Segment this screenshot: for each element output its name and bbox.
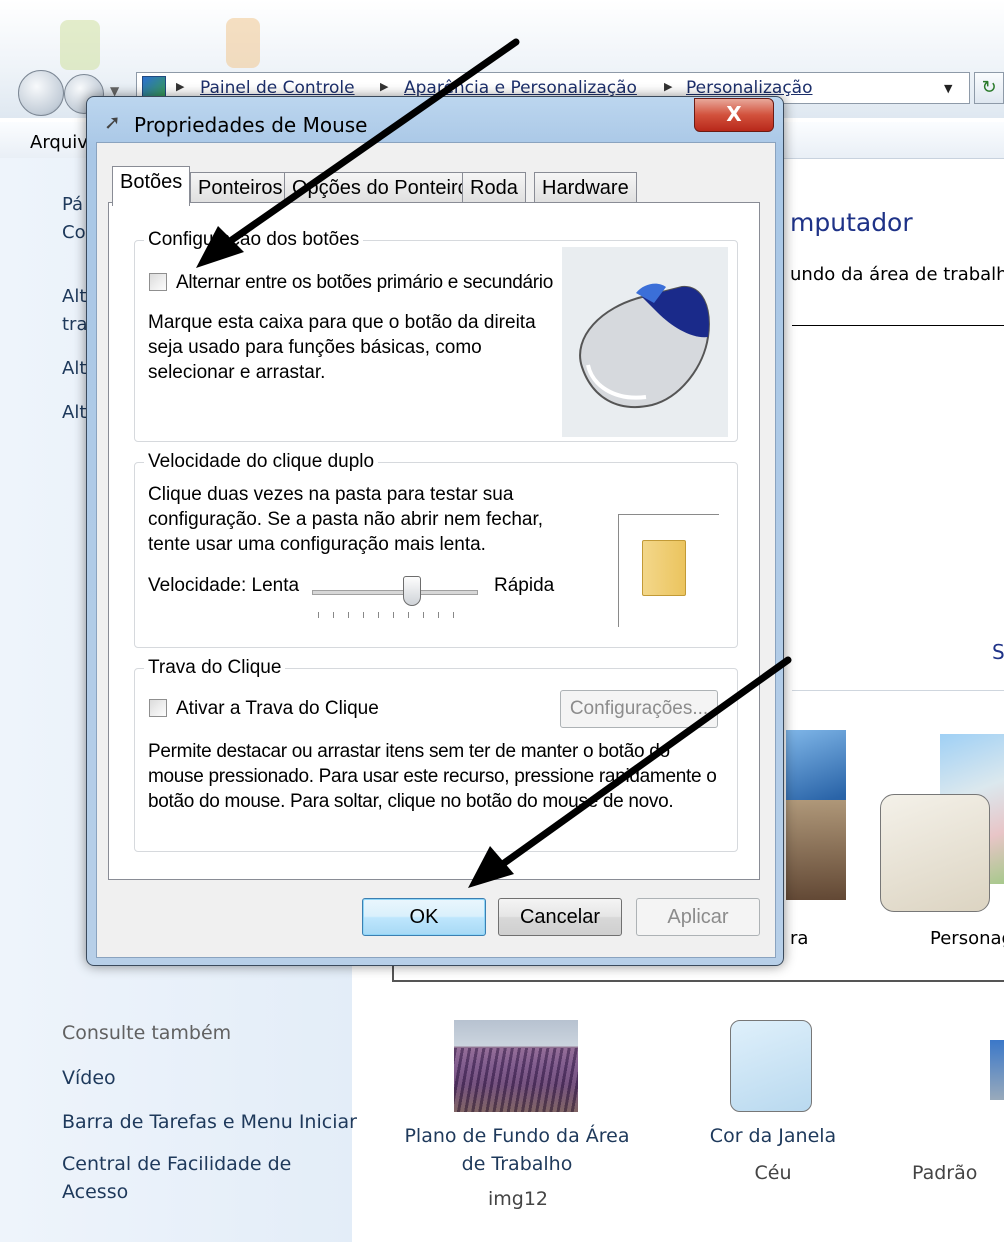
group-label: Configuração dos botões [144,229,364,251]
gallery-border [392,980,1004,982]
fast-label: Rápida [494,575,555,596]
breadcrumb-separator-icon[interactable]: ▶ [664,80,672,93]
sidebar-link-fragment[interactable]: Pá [62,194,83,215]
desktop-background-link[interactable]: Plano de Fundo da Área de Trabalho [392,1122,642,1178]
sidebar-link-fragment[interactable]: Alt [62,286,86,307]
double-click-description: Clique duas vezes na pasta para testar s… [148,484,544,555]
menu-arquivo[interactable]: Arquiv [30,132,88,153]
tab-botoes[interactable]: Botões [112,166,191,206]
page-title: mputador [790,208,913,237]
refresh-icon[interactable]: ↻ [974,72,1004,104]
desktop-background-value: img12 [487,1188,549,1210]
click-lock-checkbox[interactable] [149,699,167,717]
dialog-title: Propriedades de Mouse [134,113,368,137]
back-button[interactable] [18,70,64,116]
tab-hardware[interactable]: Hardware [534,172,637,204]
theme-thumbnail-detail [786,800,846,900]
sounds-value: Padrão [912,1162,978,1184]
window-color-value: Céu [754,1162,792,1184]
sidebar-link-fragment[interactable]: Alt [62,358,86,379]
address-dropdown-icon[interactable]: ▼ [944,82,952,95]
group-label: Velocidade do clique duplo [144,451,379,473]
theme-label: ra [790,928,809,949]
window-color-thumbnail[interactable] [730,1020,812,1112]
divider [792,325,1004,326]
breadcrumb-separator-icon[interactable]: ▶ [176,80,184,93]
tab-opcoes-do-ponteiro[interactable]: Opções do Ponteiro [284,172,477,204]
apply-button[interactable]: Aplicar [636,898,760,936]
cancel-button[interactable]: Cancelar [498,898,622,936]
desktop-background-thumbnail-detail [454,1048,578,1112]
speed-slider-track[interactable] [312,590,478,595]
see-also-link-taskbar[interactable]: Barra de Tarefas e Menu Iniciar [62,1108,357,1136]
breadcrumb-painel-de-controle[interactable]: Painel de Controle [200,78,355,98]
link-fragment[interactable]: S [992,640,1004,664]
see-also-link-accessibility[interactable]: Central de Facilidade de Acesso [62,1150,302,1206]
click-lock-description: Permite destacar ou arrastar itens sem t… [148,741,717,812]
sounds-icon[interactable] [990,1040,1004,1100]
close-button[interactable]: X [694,98,774,132]
breadcrumb-aparencia[interactable]: Aparência e Personalização [404,78,637,98]
swap-buttons-description: Marque esta caixa para que o botão da di… [148,312,536,383]
page-subtitle: undo da área de trabalho [790,264,1004,285]
tab-ponteiros[interactable]: Ponteiros [190,172,291,204]
click-lock-label[interactable]: Ativar a Trava do Clique [176,696,379,721]
breadcrumb-separator-icon[interactable]: ▶ [380,80,388,93]
swap-buttons-checkbox[interactable] [149,273,167,291]
mouse-icon: ➚ [104,110,121,134]
theme-thumbnail-personagens[interactable] [880,794,990,912]
divider [792,690,1004,691]
window-color-link[interactable]: Cor da Janela [690,1122,856,1150]
theme-label: Personag [930,928,1004,949]
speed-label: Velocidade: Lenta [148,575,300,596]
breadcrumb-personalizacao[interactable]: Personalização [686,78,813,98]
sidebar-link-fragment[interactable]: Co [62,222,86,243]
group-label: Trava do Clique [144,657,286,679]
swap-buttons-label[interactable]: Alternar entre os botões primário e secu… [176,270,553,295]
mouse-image [562,247,728,437]
ok-button[interactable]: OK [362,898,486,936]
sidebar-link-fragment[interactable]: tra [62,314,88,335]
tab-roda[interactable]: Roda [462,172,526,204]
see-also-link-video[interactable]: Vídeo [62,1064,116,1092]
slider-ticks [318,612,468,618]
folder-icon[interactable] [642,540,686,596]
click-lock-settings-button[interactable]: Configurações... [560,690,718,728]
see-also-header: Consulte também [62,1022,232,1044]
sidebar-link-fragment[interactable]: Alt [62,402,86,423]
speed-slider-thumb[interactable] [402,576,421,606]
